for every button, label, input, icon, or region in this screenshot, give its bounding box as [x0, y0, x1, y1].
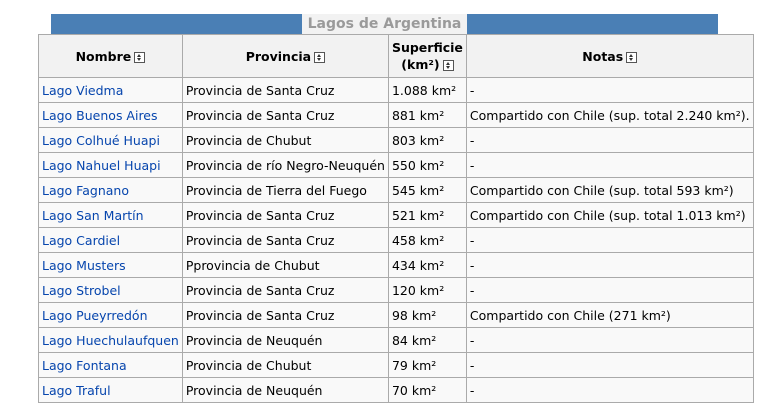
cell-nombre: Lago Musters	[38, 252, 183, 278]
cell-nombre: Lago Strobel	[38, 277, 183, 303]
column-header-label: Nombre	[75, 48, 132, 64]
cell-provincia: Provincia de Tierra del Fuego	[181, 177, 389, 203]
column-header-provincia[interactable]: Provincia	[181, 34, 389, 78]
cell-superficie: 1.088 km²	[387, 77, 467, 103]
cell-notas: -	[465, 377, 754, 403]
table-caption: Lagos de Argentina	[302, 14, 467, 34]
sort-icon[interactable]	[626, 51, 638, 63]
cell-provincia: Provincia de Santa Cruz	[181, 77, 389, 103]
cell-provincia: Provincia de Chubut	[181, 127, 389, 153]
cell-provincia: Provincia de Santa Cruz	[181, 277, 389, 303]
lake-link[interactable]: Lago Strobel	[42, 283, 121, 298]
cell-superficie: 98 km²	[387, 302, 467, 328]
column-header-label: Notas	[582, 48, 624, 64]
header-row: Nombre Provincia Superficie (km²) Notas	[38, 34, 754, 78]
table-row: Lago Colhué Huapi Provincia de Chubut 803 …	[38, 127, 754, 153]
cell-provincia: Provincia de Santa Cruz	[181, 227, 389, 253]
table-body: Lago Viedma Provincia de Santa Cruz 1.088 …	[38, 77, 754, 403]
cell-superficie: 545 km²	[387, 177, 467, 203]
table-row: Lago Huechulaufquen Provincia de Neuquén 8…	[38, 327, 754, 353]
lake-link[interactable]: Lago Cardiel	[42, 233, 120, 248]
cell-notas: Compartido con Chile (271 km²)	[465, 302, 754, 328]
lake-link[interactable]: Lago Buenos Aires	[42, 108, 158, 123]
cell-provincia: Provincia de Santa Cruz	[181, 102, 389, 128]
cell-notas: Compartido con Chile (sup. total 1.013 k…	[465, 202, 754, 228]
cell-superficie: 70 km²	[387, 377, 467, 403]
cell-provincia: Pprovincia de Chubut	[181, 252, 389, 278]
table-row: Lago Fontana Provincia de Chubut 79 km² -	[38, 352, 754, 378]
table-row: Lago Buenos Aires Provincia de Santa Cruz…	[38, 102, 754, 128]
table-row: Lago Traful Provincia de Neuquén 70 km² -	[38, 377, 754, 403]
cell-notas: -	[465, 77, 754, 103]
cell-superficie: 458 km²	[387, 227, 467, 253]
table-row: Lago San Martín Provincia de Santa Cruz 52…	[38, 202, 754, 228]
cell-superficie: 803 km²	[387, 127, 467, 153]
table-row: Lago Strobel Provincia de Santa Cruz 120 k…	[38, 277, 754, 303]
cell-provincia: Provincia de Chubut	[181, 352, 389, 378]
cell-notas: -	[465, 152, 754, 178]
cell-provincia: Provincia de Neuquén	[181, 377, 389, 403]
lake-link[interactable]: Lago Fontana	[42, 358, 127, 373]
cell-notas: -	[465, 352, 754, 378]
cell-notas: -	[465, 252, 754, 278]
lake-link[interactable]: Lago Musters	[42, 258, 126, 273]
cell-nombre: Lago Fagnano	[38, 177, 183, 203]
lake-link[interactable]: Lago Pueyrredón	[42, 308, 148, 323]
lake-link[interactable]: Lago Colhué Huapi	[42, 133, 160, 148]
cell-notas: -	[465, 327, 754, 353]
lake-link[interactable]: Lago Traful	[42, 383, 111, 398]
sort-icon[interactable]	[314, 51, 326, 63]
sort-icon[interactable]	[134, 51, 146, 63]
cell-nombre: Lago Traful	[38, 377, 183, 403]
column-header-nombre[interactable]: Nombre	[38, 34, 183, 78]
table-row: Lago Nahuel Huapi Provincia de río Negro-…	[38, 152, 754, 178]
column-header-label: Superficie	[391, 40, 463, 55]
lake-link[interactable]: Lago Viedma	[42, 83, 123, 98]
lake-link[interactable]: Lago Huechulaufquen	[42, 333, 179, 348]
column-header-superficie[interactable]: Superficie (km²)	[387, 34, 467, 78]
lake-link[interactable]: Lago Nahuel Huapi	[42, 158, 161, 173]
cell-provincia: Provincia de Santa Cruz	[181, 302, 389, 328]
lake-link[interactable]: Lago Fagnano	[42, 183, 129, 198]
cell-superficie: 84 km²	[387, 327, 467, 353]
cell-nombre: Lago Cardiel	[38, 227, 183, 253]
cell-provincia: Provincia de río Negro-Neuquén	[181, 152, 389, 178]
cell-superficie: 521 km²	[387, 202, 467, 228]
cell-nombre: Lago Colhué Huapi	[38, 127, 183, 153]
cell-nombre: Lago San Martín	[38, 202, 183, 228]
table-row: Lago Viedma Provincia de Santa Cruz 1.088 …	[38, 77, 754, 103]
table-row: Lago Pueyrredón Provincia de Santa Cruz 98…	[38, 302, 754, 328]
table-row: Lago Cardiel Provincia de Santa Cruz 458 k…	[38, 227, 754, 253]
cell-superficie: 434 km²	[387, 252, 467, 278]
cell-notas: -	[465, 277, 754, 303]
cell-nombre: Lago Huechulaufquen	[38, 327, 183, 353]
lakes-table: Nombre Provincia Superficie (km²) Notas …	[38, 34, 754, 403]
cell-superficie: 79 km²	[387, 352, 467, 378]
column-header-unit: (km²)	[401, 57, 440, 72]
lake-link[interactable]: Lago San Martín	[42, 208, 144, 223]
cell-notas: Compartido con Chile (sup. total 2.240 k…	[465, 102, 754, 128]
cell-superficie: 120 km²	[387, 277, 467, 303]
sort-icon[interactable]	[442, 60, 454, 71]
cell-nombre: Lago Buenos Aires	[38, 102, 183, 128]
table-row: Lago Musters Pprovincia de Chubut 434 km² -	[38, 252, 754, 278]
cell-nombre: Lago Fontana	[38, 352, 183, 378]
cell-notas: Compartido con Chile (sup. total 593 km²…	[465, 177, 754, 203]
cell-provincia: Provincia de Neuquén	[181, 327, 389, 353]
cell-notas: -	[465, 227, 754, 253]
cell-notas: -	[465, 127, 754, 153]
cell-nombre: Lago Pueyrredón	[38, 302, 183, 328]
cell-superficie: 550 km²	[387, 152, 467, 178]
cell-provincia: Provincia de Santa Cruz	[181, 202, 389, 228]
column-header-label: Provincia	[245, 48, 312, 64]
cell-nombre: Lago Viedma	[38, 77, 183, 103]
column-header-notas[interactable]: Notas	[465, 34, 754, 78]
cell-superficie: 881 km²	[387, 102, 467, 128]
cell-nombre: Lago Nahuel Huapi	[38, 152, 183, 178]
table-row: Lago Fagnano Provincia de Tierra del Fueg…	[38, 177, 754, 203]
